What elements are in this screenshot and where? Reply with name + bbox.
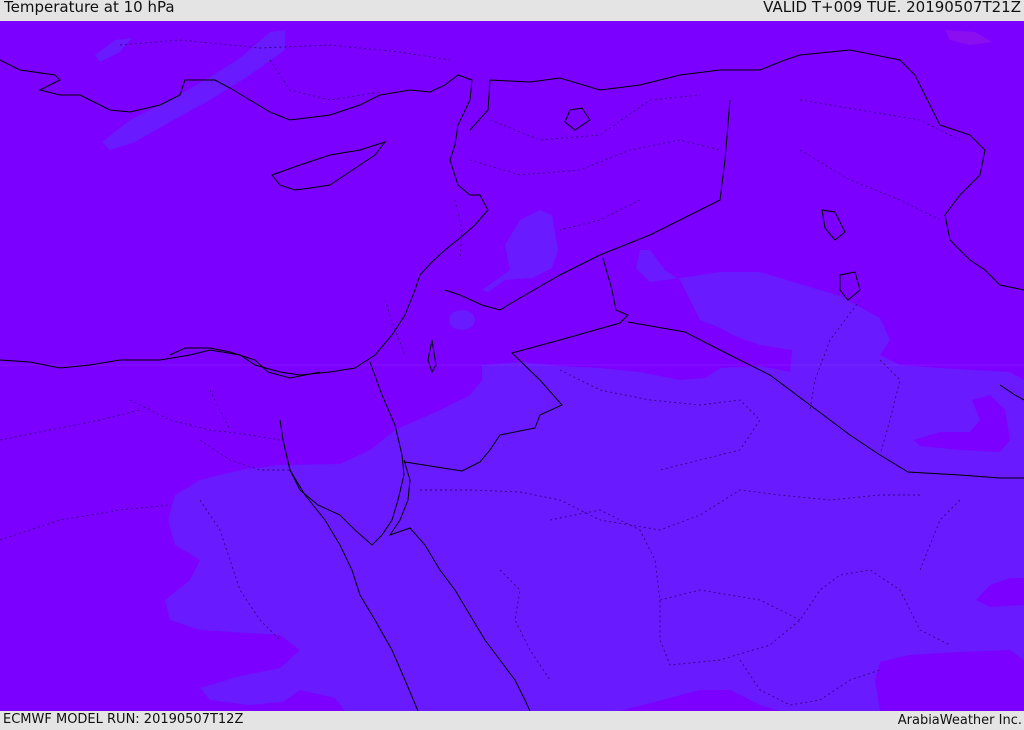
- footer-bar: ECMWF MODEL RUN: 20190507T12Z ArabiaWeat…: [0, 711, 1024, 729]
- model-run-label: ECMWF MODEL RUN: 20190507T12Z: [3, 712, 244, 727]
- cool-blob-jordan: [449, 310, 475, 330]
- chart-title: Temperature at 10 hPa: [4, 0, 175, 16]
- header-bar: Temperature at 10 hPa VALID T+009 TUE. 2…: [0, 0, 1024, 22]
- warm-patch-southeast: [875, 650, 1024, 711]
- valid-time-label: VALID T+009 TUE. 20190507T21Z: [763, 0, 1021, 16]
- weather-map: [0, 21, 1024, 711]
- brand-label: ArabiaWeather Inc.: [897, 713, 1022, 728]
- map-canvas: [0, 21, 1024, 711]
